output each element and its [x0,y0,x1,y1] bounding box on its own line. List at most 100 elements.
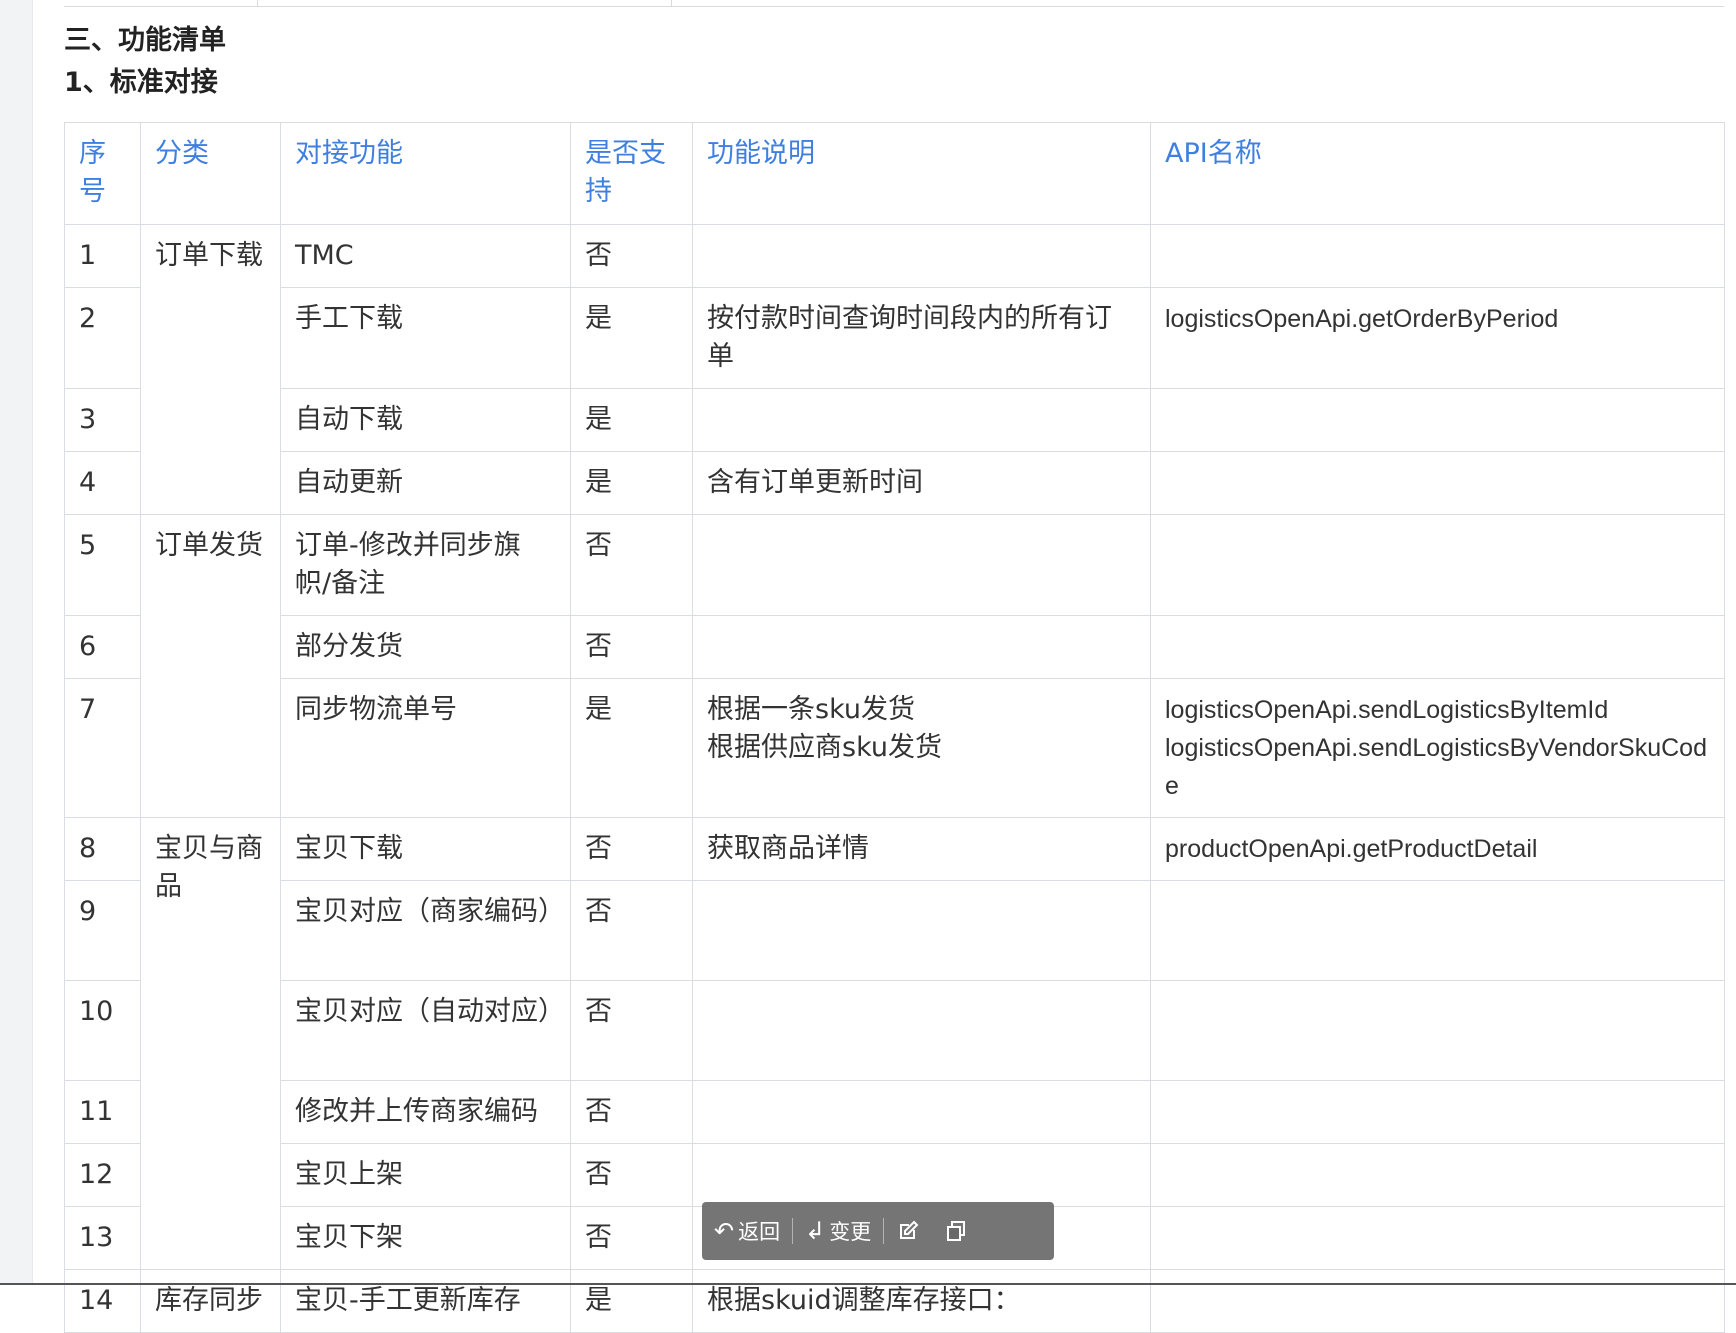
cell-no: 12 [64,1143,141,1207]
cell-feature: TMC [280,224,571,288]
change-button-label: 变更 [829,1220,872,1244]
cell-api: productOpenApi.getProductDetail [1150,817,1725,881]
change-button[interactable]: ↲ 变更 [793,1202,883,1260]
cell-desc [692,224,1151,288]
cell-desc: 按付款时间查询时间段内的所有订单 [692,287,1151,389]
cell-supported: 是 [570,678,693,818]
cell-no: 9 [64,880,141,981]
cell-desc: 获取商品详情 [692,817,1151,881]
cell-feature: 同步物流单号 [280,678,571,818]
cell-no: 14 [64,1269,141,1333]
cell-supported: 是 [570,451,693,515]
cell-supported: 否 [570,817,693,881]
cell-desc: 根据skuid调整库存接口： [692,1269,1151,1333]
edit-button[interactable] [884,1202,932,1260]
return-arrow-icon: ↲ [805,1217,826,1245]
cell-feature: 宝贝对应（商家编码） [280,880,571,981]
cell-api [1150,615,1725,679]
table-row: 5 订单发货 订单-修改并同步旗帜/备注 否 [64,514,1725,818]
left-gutter [0,0,33,1285]
cell-supported: 否 [570,1143,693,1207]
cell-desc [692,1143,1151,1207]
subsection-heading: 1、标准对接 [64,67,218,98]
cell-no: 8 [64,817,141,881]
cell-category: 宝贝与商品 [140,817,281,1270]
function-table: 序号 分类 对接功能 是否支持 功能说明 API名称 1 订单下载 TMC 否 … [64,122,1725,1333]
undo-arrow-icon: ↶ [714,1217,735,1245]
table-row: 7 同步物流单号 是 根据一条sku发货 根据供应商sku发货 logistic… [64,678,1725,818]
col-header-api: API名称 [1150,122,1725,225]
copy-button[interactable] [932,1202,980,1260]
table-row: 11 修改并上传商家编码 否 [64,1080,1725,1144]
table-row: 9 宝贝对应（商家编码） 否 [64,880,1725,981]
cell-desc [692,1080,1151,1144]
cell-supported: 是 [570,287,693,389]
copy-icon [947,1221,966,1241]
cell-no: 10 [64,980,141,1081]
cell-no: 7 [64,678,141,818]
cell-api [1150,514,1725,616]
cell-feature: 部分发货 [280,615,571,679]
previous-table-bottom [64,0,1724,7]
col-header-no: 序号 [64,122,141,225]
edit-icon [900,1220,919,1239]
cell-no: 5 [64,514,141,616]
cell-api [1150,1080,1725,1144]
cell-feature: 宝贝-手工更新库存 [280,1269,571,1333]
table-row: 6 部分发货 否 [64,615,1725,679]
cell-api [1150,388,1725,452]
back-button[interactable]: ↶ 返回 [702,1202,792,1260]
col-header-supported: 是否支持 [570,122,693,225]
cell-category: 订单下载 [140,224,281,515]
cell-no: 13 [64,1206,141,1270]
cell-api [1150,224,1725,288]
col-header-category: 分类 [140,122,281,225]
cell-feature: 自动下载 [280,388,571,452]
section-heading: 三、功能清单 [64,25,226,56]
cell-api [1150,1206,1725,1270]
table-row: 2 手工下载 是 按付款时间查询时间段内的所有订单 logisticsOpenA… [64,287,1725,389]
cell-supported: 否 [570,980,693,1081]
cell-no: 1 [64,224,141,288]
table-row: 14 库存同步 宝贝-手工更新库存 是 根据skuid调整库存接口： [64,1269,1725,1333]
cell-desc [692,514,1151,616]
cell-no: 6 [64,615,141,679]
cell-no: 3 [64,388,141,452]
cell-api [1150,451,1725,515]
cell-supported: 否 [570,224,693,288]
cell-supported: 否 [570,1206,693,1270]
cell-category: 订单发货 [140,514,281,818]
cell-no: 2 [64,287,141,389]
back-button-label: 返回 [738,1220,781,1244]
cell-desc [692,615,1151,679]
cell-api [1150,1143,1725,1207]
cell-feature: 手工下载 [280,287,571,389]
cell-supported: 否 [570,880,693,981]
cell-desc [692,388,1151,452]
table-row: 12 宝贝上架 否 [64,1143,1725,1207]
col-header-desc: 功能说明 [692,122,1151,225]
cell-feature: 修改并上传商家编码 [280,1080,571,1144]
cell-api: logisticsOpenApi.getOrderByPeriod [1150,287,1725,389]
cell-supported: 否 [570,615,693,679]
table-row: 10 宝贝对应（自动对应） 否 [64,980,1725,1081]
cell-supported: 是 [570,1269,693,1333]
cell-supported: 否 [570,1080,693,1144]
cell-no: 4 [64,451,141,515]
table-header-row: 序号 分类 对接功能 是否支持 功能说明 API名称 [64,122,1725,225]
cell-desc: 含有订单更新时间 [692,451,1151,515]
cell-desc [692,880,1151,981]
cell-category: 库存同步 [140,1269,281,1333]
col-header-feature: 对接功能 [280,122,571,225]
cell-api: logisticsOpenApi.sendLogisticsByItemId l… [1150,678,1725,818]
cell-desc: 根据一条sku发货 根据供应商sku发货 [692,678,1151,818]
table-row: 1 订单下载 TMC 否 [64,224,1725,515]
cell-supported: 是 [570,388,693,452]
cell-feature: 自动更新 [280,451,571,515]
cell-desc [692,980,1151,1081]
cell-no: 11 [64,1080,141,1144]
cell-feature: 宝贝下载 [280,817,571,881]
cell-feature: 宝贝下架 [280,1206,571,1270]
cell-feature: 宝贝上架 [280,1143,571,1207]
cell-api [1150,980,1725,1081]
